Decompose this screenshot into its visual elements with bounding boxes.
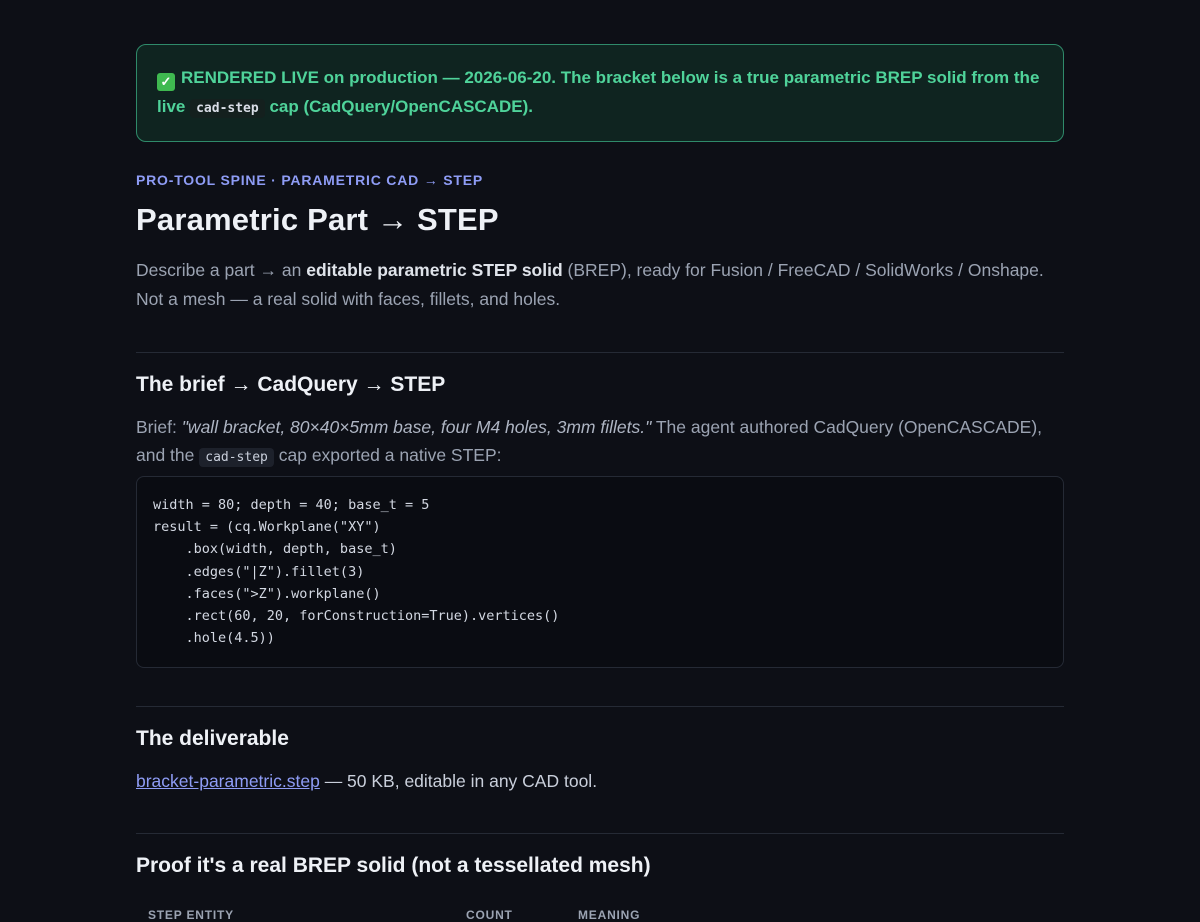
banner-code: cad-step [190,99,265,118]
code-line: .edges("|Z").fillet(3) [153,563,365,580]
code-line: .box(width, depth, base_t) [153,541,397,558]
column-header-count: COUNT [466,908,513,922]
lead-text-before: Describe a part → an [136,260,307,280]
cadquery-code-block[interactable]: width = 80; depth = 40; base_t = 5 resul… [136,476,1064,669]
section-divider [136,706,1064,708]
lead-paragraph: Describe a part → an editable parametric… [136,256,1064,314]
brief-heading: The brief → CadQuery → STEP [136,373,446,396]
step-file-link[interactable]: bracket-parametric.step [136,771,320,791]
code-line: .hole(4.5)) [153,630,275,647]
brief-quote: "wall bracket, 80×40×5mm base, four M4 h… [181,417,652,437]
column-header-entity: STEP ENTITY [148,908,234,922]
deliverable-paragraph: bracket-parametric.step — 50 KB, editabl… [136,767,1064,795]
brief-code: cad-step [199,448,274,467]
page-title: Parametric Part → STEP [136,202,499,237]
live-status-banner: ✓ RENDERED LIVE on production — 2026-06-2… [136,44,1064,142]
brief-after-code: cap exported a native STEP: [273,445,502,465]
section-divider [136,352,1064,353]
lead-bold: editable parametric STEP solid [306,260,563,280]
proof-heading: Proof it's a real BREP solid (not a tess… [136,854,651,878]
code-line: result = (cq.Workplane("XY") [153,519,381,536]
brief-paragraph: Brief: "wall bracket, 80×40×5mm base, fo… [136,413,1064,472]
banner-text-after: cap (CadQuery/OpenCASCADE). [264,97,533,116]
code-line: .rect(60, 20, forConstruction=True).vert… [153,608,560,625]
deliverable-after-link: — 50 KB, editable in any CAD tool. [319,771,598,792]
deliverable-heading: The deliverable [136,727,289,751]
eyebrow-label: PRO-TOOL SPINE · PARAMETRIC CAD → STEP [136,172,483,188]
section-divider [136,833,1064,835]
proof-table-header: STEP ENTITY COUNT MEANING [136,908,1064,922]
code-line: width = 80; depth = 40; base_t = 5 [153,497,430,513]
check-icon: ✓ [157,73,175,91]
page-content: ✓ RENDERED LIVE on production — 2026-06-2… [136,44,1064,922]
brief-label: Brief: [136,417,182,437]
column-header-meaning: MEANING [578,908,641,922]
code-line: .faces(">Z").workplane() [153,585,381,602]
